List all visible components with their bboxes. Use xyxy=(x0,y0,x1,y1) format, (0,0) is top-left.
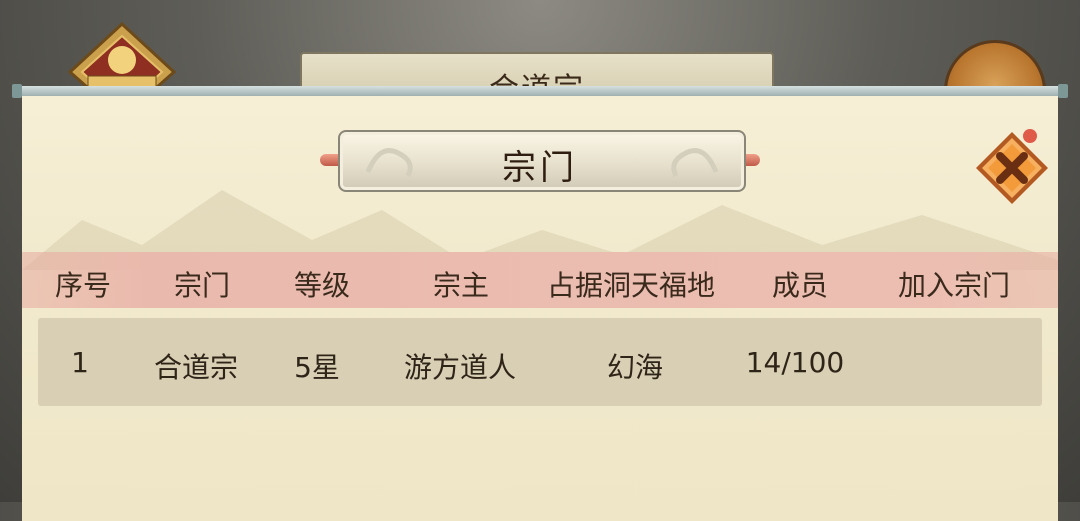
dialog-title-banner: 宗门 xyxy=(320,128,760,192)
close-x-icon xyxy=(976,129,1048,204)
row-sect-master: 游方道人 xyxy=(403,351,516,384)
header-members: 成员 xyxy=(771,269,828,302)
row-level: 5星 xyxy=(294,351,340,384)
header-join: 加入宗门 xyxy=(897,269,1010,302)
header-sect: 宗门 xyxy=(173,269,230,302)
scroll-rod xyxy=(12,84,1068,98)
table-row[interactable]: 1 合道宗 5星 游方道人 幻海 14/100 xyxy=(38,318,1042,406)
header-occupied-land: 占据洞天福地 xyxy=(546,269,715,302)
row-members: 14/100 xyxy=(745,346,845,379)
header-level: 等级 xyxy=(293,269,350,302)
row-index: 1 xyxy=(71,346,89,379)
row-sect-name: 合道宗 xyxy=(153,351,238,384)
table-header: 序号 宗门 等级 宗主 占据洞天福地 成员 加入宗门 xyxy=(22,252,1058,308)
row-occupied-land: 幻海 xyxy=(606,351,663,384)
header-sect-master: 宗主 xyxy=(432,269,489,302)
header-index: 序号 xyxy=(54,269,111,302)
dialog-title: 宗门 xyxy=(502,148,578,188)
close-button[interactable] xyxy=(972,126,1052,206)
